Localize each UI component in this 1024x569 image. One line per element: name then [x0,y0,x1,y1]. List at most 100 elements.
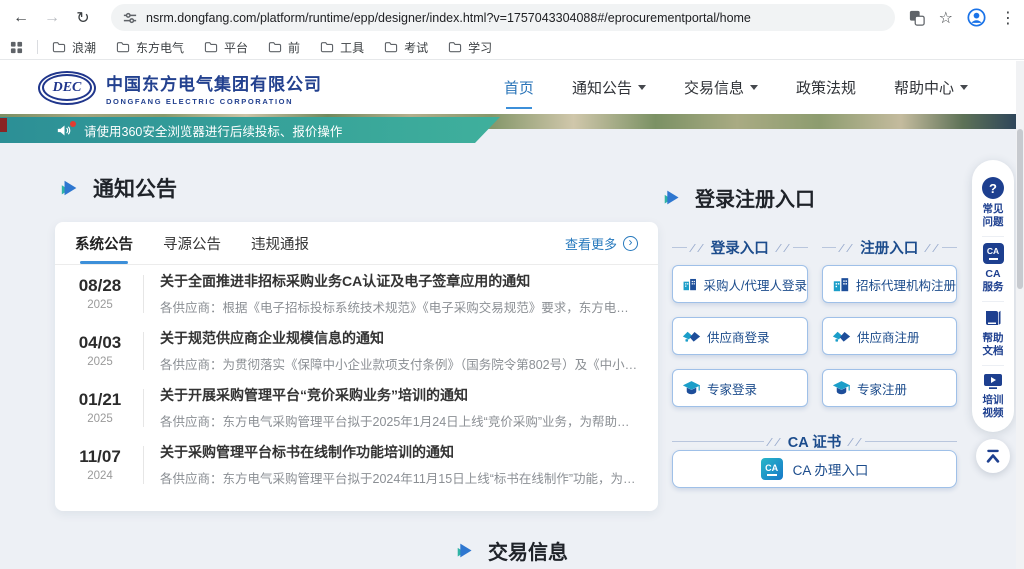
transactions-section: 交易信息 [0,536,1024,565]
notice-date-md: 08/28 [73,276,127,296]
entry-button-label: 供应商注册 [857,327,920,346]
announcement-ribbon: 请使用360安全浏览器进行后续投标、报价操作 [0,117,500,143]
notice-date-year: 2025 [73,299,127,311]
section-arrow-icon [60,178,80,198]
apps-grid-icon[interactable] [10,41,23,54]
chevron-down-icon [638,85,646,90]
tab-violation-reports[interactable]: 违规通报 [251,222,309,264]
nav-label: 帮助中心 [894,77,954,98]
section-title: 交易信息 [488,536,568,565]
gradcap-icon [682,380,701,396]
company-logo[interactable]: DEC 中国东方电气集团有限公司 DONGFANG ELECTRIC CORPO… [38,70,322,106]
bookmark-label: 平台 [224,39,248,56]
url-bar[interactable]: nsrm.dongfang.com/platform/runtime/epp/d… [111,4,895,31]
bookmark-folder[interactable]: 平台 [204,39,248,56]
view-more-link[interactable]: 查看更多 › [565,234,638,253]
floating-toolbar: ? 常见问题 CA CA 服务 帮助文档 培训视频 [972,160,1014,432]
supplier-register-button[interactable]: 供应商注册 [822,317,957,355]
entry-button-grid: 采购人/代理人登录 招标代理机构注册 供应商登录 供应商注册 专家登录 专家注册 [672,265,957,407]
section-title: 登录注册入口 [695,183,815,212]
bookmark-label: 考试 [404,39,428,56]
forward-icon[interactable]: → [39,5,65,31]
notice-date: 01/21 2025 [73,390,127,425]
back-to-top-button[interactable] [976,439,1010,473]
speaker-icon [57,124,72,137]
reload-icon[interactable]: ↻ [70,5,96,31]
nav-notices[interactable]: 通知公告 [572,77,646,98]
entry-dividers: 登录入口 注册入口 [672,237,957,258]
bookmark-folder[interactable]: 考试 [384,39,428,56]
tab-system-notices[interactable]: 系统公告 [75,222,133,264]
bookmark-folder[interactable]: 东方电气 [116,39,184,56]
shortcut-label: CA 服务 [981,268,1005,294]
chevron-down-icon [960,85,968,90]
menu-kebab-icon[interactable]: ⋮ [1000,8,1016,28]
chevron-down-icon [750,85,758,90]
site-info-icon[interactable] [123,11,137,25]
nav-help-center[interactable]: 帮助中心 [894,77,968,98]
bookmark-folder[interactable]: 浪潮 [52,39,96,56]
section-arrow-icon [663,188,682,207]
divider [143,389,144,427]
bookmark-folder[interactable]: 前 [268,39,300,56]
nav-policies[interactable]: 政策法规 [796,77,856,98]
back-icon[interactable]: ← [8,5,34,31]
scrollbar-thumb[interactable] [1017,129,1023,289]
browser-toolbar: ← → ↻ nsrm.dongfang.com/platform/runtime… [0,0,1024,35]
nav-trade-info[interactable]: 交易信息 [684,77,758,98]
bookmark-label: 前 [288,39,300,56]
notice-date-md: 01/21 [73,390,127,410]
entry-button-label: 招标代理机构注册 [856,275,956,294]
ca-divider-label: CA 证书 [788,431,841,452]
register-divider-label: 注册入口 [860,237,918,258]
notice-list-item[interactable]: 11/07 2024 关于采购管理平台标书在线制作功能培训的通知 各供应商：东方… [55,436,658,493]
notice-date: 08/28 2025 [73,276,127,311]
entry-button-label: 专家登录 [707,379,757,398]
divider [143,332,144,370]
chevron-right-icon: › [623,236,638,251]
nav-home[interactable]: 首页 [504,77,534,98]
nav-label: 首页 [504,77,534,98]
bookmark-folder[interactable]: 工具 [320,39,364,56]
training-videos-shortcut[interactable]: 培训视频 [981,366,1005,427]
notice-date-md: 04/03 [73,333,127,353]
expert-login-button[interactable]: 专家登录 [672,369,808,407]
expert-register-button[interactable]: 专家注册 [822,369,957,407]
browser-window: ← → ↻ nsrm.dongfang.com/platform/runtime… [0,0,1024,569]
notice-list-item[interactable]: 01/21 2025 关于开展采购管理平台“竞价采购业务”培训的通知 各供应商：… [55,379,658,436]
bookmark-star-icon[interactable]: ☆ [939,8,953,28]
bookmark-label: 学习 [468,39,492,56]
notice-list-item[interactable]: 04/03 2025 关于规范供应商企业规模信息的通知 各供应商：为贯彻落实《保… [55,322,658,379]
page-scrollbar[interactable] [1016,61,1024,569]
dec-logo-icon: DEC [38,71,96,105]
divider [143,275,144,313]
handshake-icon [832,329,851,344]
entry-button-label: 采购人/代理人登录 [704,275,807,294]
notice-title: 关于规范供应商企业规模信息的通知 [160,328,638,348]
transactions-heading: 交易信息 [456,536,568,565]
faq-shortcut[interactable]: ? 常见问题 [981,171,1005,236]
ca-service-shortcut[interactable]: CA CA 服务 [981,237,1005,301]
tab-sourcing-notices[interactable]: 寻源公告 [163,222,221,264]
url-text: nsrm.dongfang.com/platform/runtime/epp/d… [146,11,751,25]
notice-date-md: 11/07 [73,447,127,467]
notices-section-heading: 通知公告 [60,173,177,203]
notification-dot [70,121,76,127]
bookmarks-bar: 浪潮 东方电气 平台 前 工具 考试 学习 [0,35,1024,60]
buyer-agent-login-button[interactable]: 采购人/代理人登录 [672,265,808,303]
question-icon: ? [982,177,1004,199]
handshake-icon [682,329,701,344]
notice-date-year: 2025 [73,413,127,425]
profile-avatar-icon[interactable] [967,8,986,27]
help-docs-shortcut[interactable]: 帮助文档 [981,302,1005,365]
ca-button-label: CA 办理入口 [793,459,869,479]
bookmark-folder[interactable]: 学习 [448,39,492,56]
supplier-login-button[interactable]: 供应商登录 [672,317,808,355]
section-arrow-icon [456,541,475,560]
bidding-agency-register-button[interactable]: 招标代理机构注册 [822,265,957,303]
gradcap-icon [832,380,851,396]
ca-apply-button[interactable]: CA CA 办理入口 [672,450,957,488]
photo-edge-accent [0,118,7,132]
notice-list-item[interactable]: 08/28 2025 关于全面推进非招标采购业务CA认证及电子签章应用的通知 各… [55,265,658,322]
translate-icon[interactable] [909,10,925,26]
